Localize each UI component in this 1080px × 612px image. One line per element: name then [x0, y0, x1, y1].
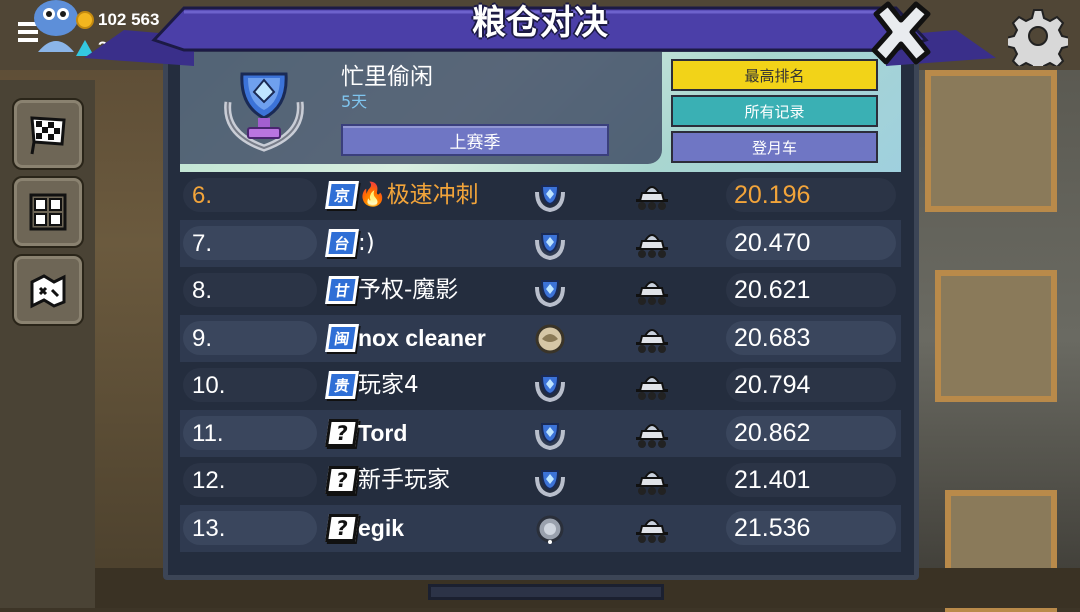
player-name-cell: :) — [358, 229, 375, 256]
region-flag-icon: 贵 — [325, 371, 359, 399]
league-badge-icon — [535, 324, 565, 353]
league-badge-icon — [535, 375, 565, 402]
player-name-cell: 新手玩家 — [358, 467, 450, 493]
player-days: 5天 — [341, 92, 368, 111]
trophy-icon — [224, 72, 304, 152]
race-time: 21.401 — [734, 466, 811, 494]
player-name-cell: egik — [358, 514, 405, 541]
moon-car-button[interactable]: 登月车 — [671, 131, 878, 163]
league-badge-icon — [535, 280, 565, 307]
league-badge-icon — [535, 232, 565, 260]
rank-number: 7. — [192, 229, 213, 257]
checkered-flag-icon — [30, 116, 66, 155]
league-badge-icon — [535, 422, 565, 450]
moon-rover-icon — [636, 233, 668, 258]
moon-rover-icon — [636, 328, 668, 353]
close-icon[interactable] — [866, 0, 936, 68]
last-season-button[interactable]: 上赛季 — [341, 124, 609, 156]
player-name-cell: nox cleaner — [358, 324, 486, 351]
panel-footer — [428, 584, 664, 600]
rank-number: 10. — [192, 372, 226, 399]
leaderboard-row[interactable]: 7. 台:) 20.470 — [180, 219, 901, 267]
player-name-cell: 玩家4 — [358, 372, 419, 398]
race-time: 20.862 — [734, 418, 811, 447]
race-time: 20.683 — [734, 323, 811, 352]
league-badge-icon — [535, 470, 565, 497]
league-badge-icon — [535, 185, 565, 212]
leaderboard-row[interactable]: 8. 甘予权-魔影 20.621 — [180, 267, 901, 315]
region-flag-icon: ? — [325, 418, 359, 447]
leaderboard-row[interactable]: 9. 闽 nox cleaner 20.683 — [180, 314, 901, 362]
leaderboard-row[interactable]: 13.? egik 21.536 — [180, 504, 901, 552]
race-time: 20.196 — [734, 181, 811, 209]
player-header: 忙里偷闲 5天 上赛季 最高排名 所有记录 登月车 — [180, 52, 901, 172]
grid-icon — [29, 193, 67, 231]
all-records-button[interactable]: 所有记录 — [671, 95, 878, 127]
region-flag-icon: ? — [325, 513, 359, 542]
rank-number: 11. — [192, 419, 224, 447]
region-flag-icon: 甘 — [325, 276, 359, 304]
region-flag-icon: 京 — [325, 181, 359, 209]
player-name-cell: 🔥极速冲刺 — [358, 182, 479, 208]
rank-number: 8. — [192, 277, 213, 304]
rank-number: 12. — [192, 467, 226, 494]
moon-rover-icon — [636, 376, 668, 400]
region-flag-icon: 闽 — [325, 323, 359, 352]
leaderboard-row[interactable]: 11.? Tord 20.862 — [180, 409, 901, 457]
leaderboard-row[interactable]: 10. 贵玩家4 20.794 — [180, 362, 901, 410]
leaderboard-row[interactable]: 12.? 新手玩家 21.401 — [180, 457, 901, 505]
region-flag-icon: ? — [325, 466, 359, 494]
moon-rover-icon — [636, 186, 668, 210]
player-name-cell: Tord — [358, 419, 408, 446]
leaderboard-content: 忙里偷闲 5天 上赛季 最高排名 所有记录 登月车 6. 京 🔥极速冲刺 20.196… — [180, 52, 901, 564]
map-icon — [30, 274, 66, 309]
rank-number: 6. — [192, 182, 213, 209]
moon-rover-icon — [636, 423, 668, 448]
leaderboard-list: 6. 京 🔥极速冲刺 20.196 7. 台:) 20.470 8. 甘予权-魔影 20.621 9… — [180, 172, 901, 552]
leaderboard-row[interactable]: 6. 京 🔥极速冲刺 20.196 — [180, 172, 901, 220]
nav-map-button[interactable] — [12, 254, 84, 326]
moon-rover-icon — [636, 518, 668, 543]
player-name-cell: 予权-魔影 — [358, 277, 459, 303]
nav-garage-button[interactable] — [12, 176, 84, 248]
nav-race-button[interactable] — [12, 98, 84, 170]
race-time: 20.794 — [734, 371, 811, 399]
race-time: 20.621 — [734, 276, 811, 304]
region-flag-icon: 台 — [325, 228, 359, 257]
race-time: 21.536 — [734, 513, 811, 542]
moon-rover-icon — [636, 471, 668, 495]
league-badge-icon — [536, 515, 564, 544]
race-time: 20.470 — [734, 228, 811, 257]
background-right — [895, 70, 1080, 612]
rank-number: 13. — [192, 514, 226, 542]
moon-rover-icon — [636, 281, 668, 305]
rank-number: 9. — [192, 324, 213, 352]
